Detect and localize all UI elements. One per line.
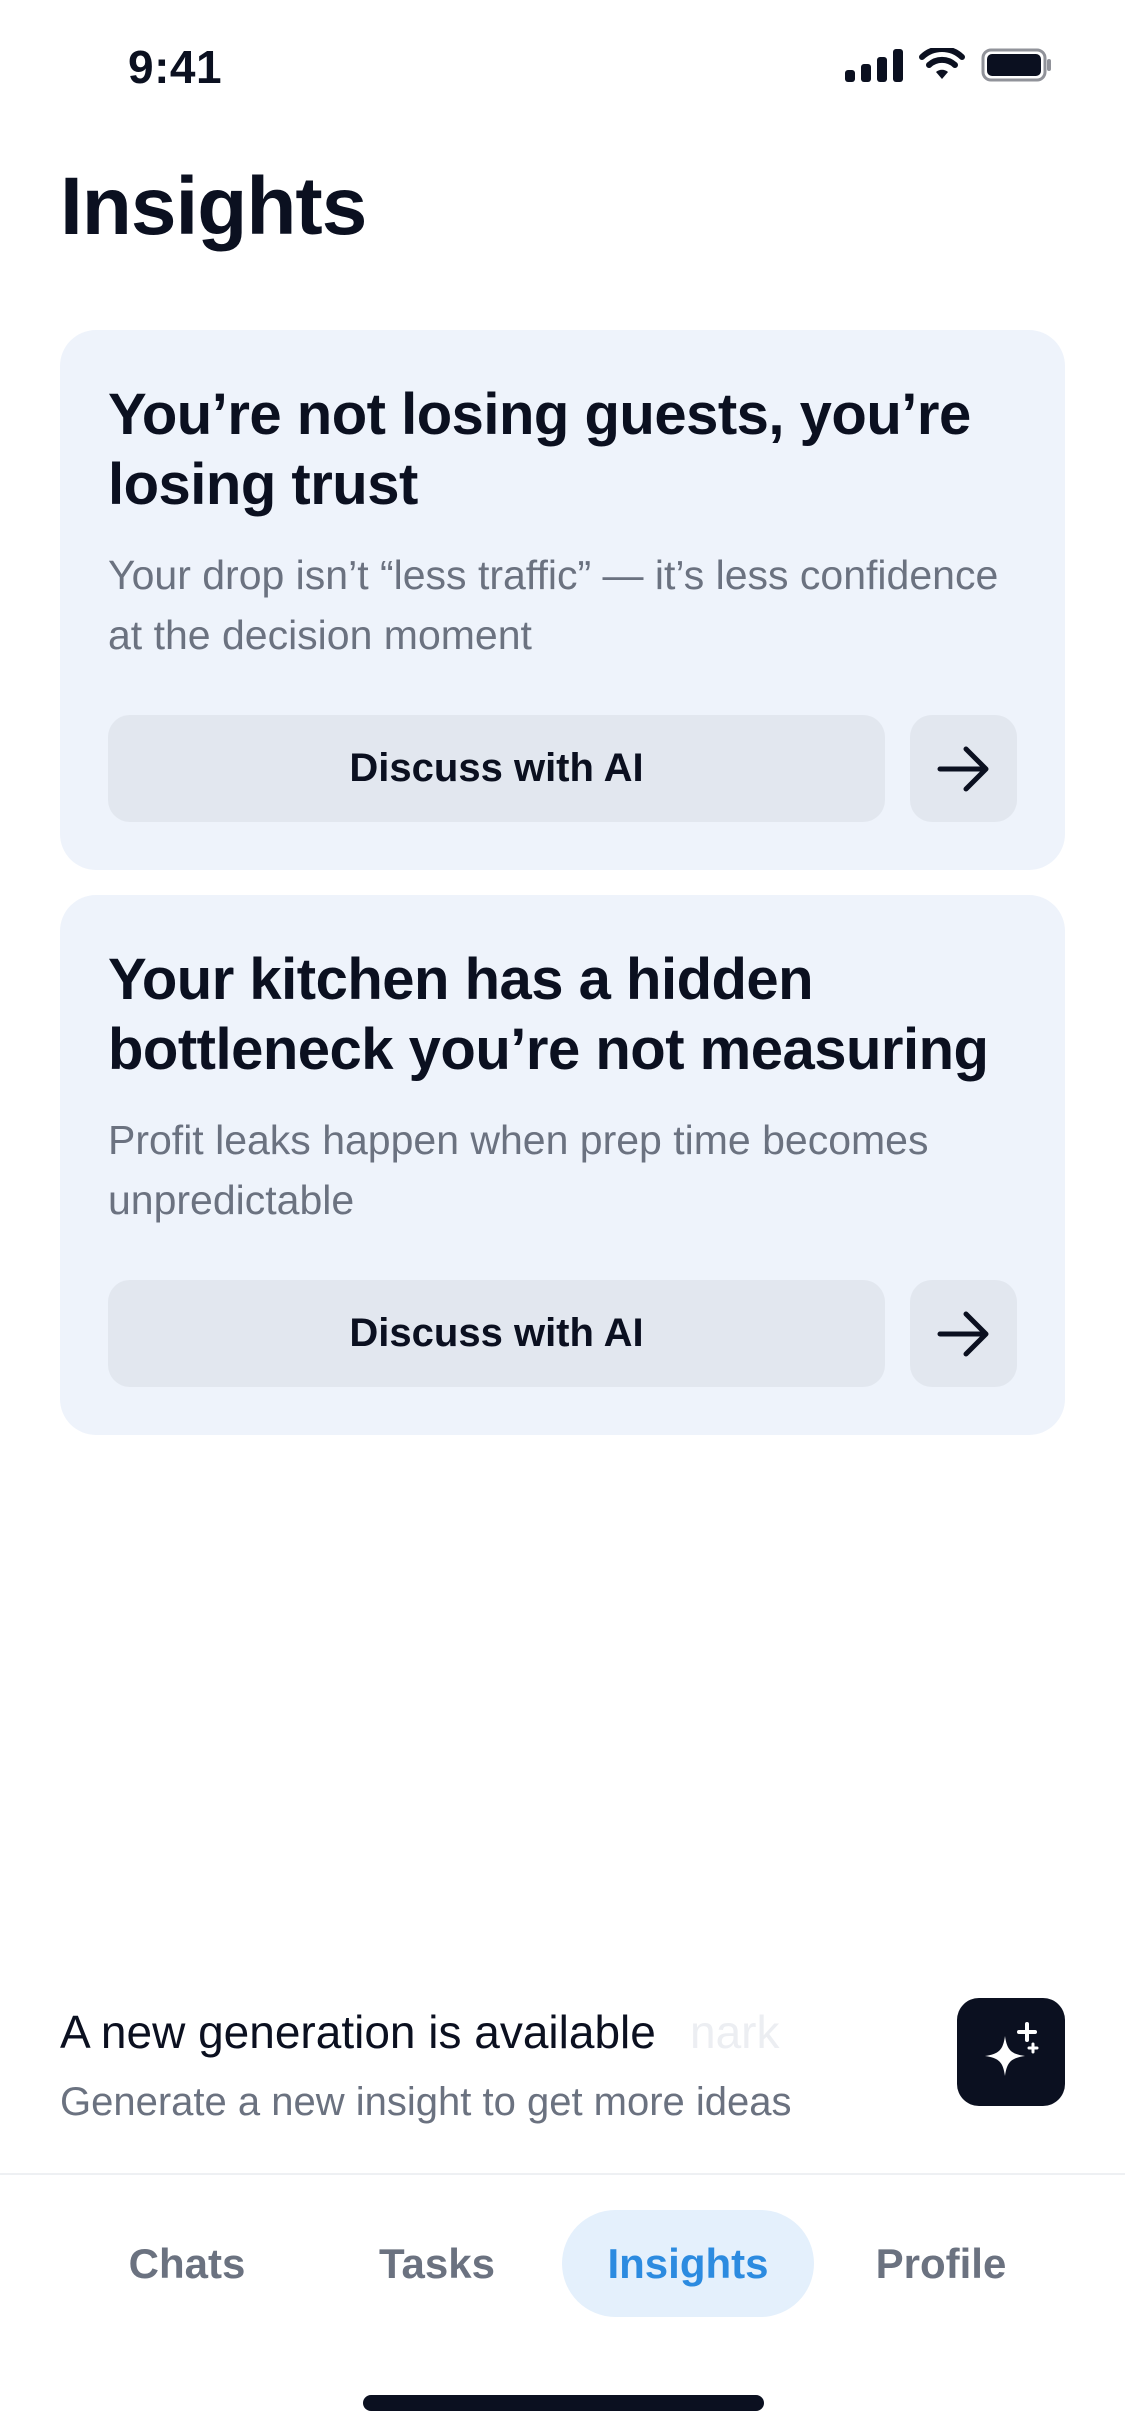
generation-title: A new generation is available (60, 2006, 656, 2058)
insight-card: Your kitchen has a hidden bottleneck you… (60, 895, 1065, 1435)
tab-insights[interactable]: Insights (562, 2210, 814, 2317)
insight-card-title: You’re not losing guests, you’re losing … (108, 382, 971, 517)
tab-profile[interactable]: Profile (826, 2210, 1056, 2317)
insight-card: You’re not losing guests, you’re losing … (60, 330, 1065, 870)
wifi-icon (919, 48, 965, 79)
insight-card-title: Your kitchen has a hidden bottleneck you… (108, 947, 989, 1082)
home-indicator (363, 2395, 764, 2411)
generate-insight-button[interactable] (957, 1998, 1065, 2106)
tab-tasks[interactable]: Tasks (322, 2210, 552, 2317)
status-bar: 9:41 (0, 0, 1125, 140)
sparkle-icon (985, 2022, 1039, 2076)
tab-chats[interactable]: Chats (72, 2210, 302, 2317)
cellular-signal-icon (845, 48, 903, 82)
status-time: 9:41 (128, 41, 223, 93)
arrow-right-icon (937, 1311, 988, 1356)
open-insight-button[interactable] (910, 715, 1017, 822)
generation-subtitle: Generate a new insight to get more ideas (60, 2080, 792, 2124)
open-insight-button[interactable] (910, 1280, 1017, 1387)
discuss-with-ai-button[interactable]: Discuss with AI (108, 715, 885, 822)
page-title: Insights (60, 161, 367, 252)
insight-card-subtitle: Your drop isn’t “less traffic” — it’s le… (108, 552, 999, 658)
faded-text: nark (690, 2006, 780, 2058)
battery-icon (981, 48, 1051, 82)
discuss-with-ai-button[interactable]: Discuss with AI (108, 1280, 885, 1387)
arrow-right-icon (937, 746, 988, 791)
insight-card-subtitle: Profit leaks happen when prep time becom… (108, 1117, 929, 1223)
status-icons (845, 48, 1053, 82)
